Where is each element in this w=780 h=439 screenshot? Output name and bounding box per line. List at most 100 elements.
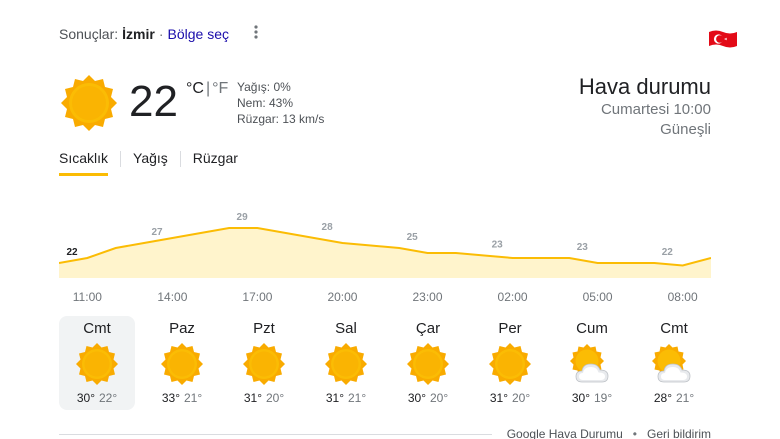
day-card[interactable]: Sal 31° 21°	[305, 316, 387, 410]
location-name: İzmir	[122, 26, 155, 42]
sun-icon	[243, 343, 285, 385]
tab-precipitation[interactable]: Yağış	[133, 150, 168, 176]
low-temp: 21°	[348, 391, 367, 405]
temperature-label: 22	[66, 247, 78, 258]
day-temperatures: 31° 21°	[305, 390, 387, 406]
day-temperatures: 31° 20°	[469, 390, 551, 406]
high-temp: 33°	[161, 391, 180, 405]
low-temp: 22°	[99, 391, 118, 405]
weather-details: Yağış: 0% Nem: 43% Rüzgar: 13 km/s	[237, 79, 324, 127]
day-name: Paz	[169, 320, 195, 337]
high-temp: 30°	[407, 391, 426, 405]
day-card[interactable]: Cmt 28° 21°	[633, 316, 715, 410]
footer-divider	[59, 434, 492, 435]
temperature-chart: 22 27 29 28 25 23 23 22	[59, 212, 711, 278]
footer-dot: •	[632, 427, 637, 439]
separator-dot: ·	[158, 26, 164, 42]
fahrenheit-unit[interactable]: °F	[212, 80, 228, 98]
day-temperatures: 33° 21°	[141, 390, 223, 406]
sun-icon	[489, 343, 531, 385]
day-card[interactable]: Paz 33° 21°	[141, 316, 223, 410]
high-temp: 31°	[325, 391, 344, 405]
day-name: Çar	[415, 320, 441, 337]
sun-icon	[76, 343, 118, 385]
tab-wind[interactable]: Rüzgar	[193, 150, 238, 176]
day-name: Per	[498, 320, 522, 337]
chart-tabs: Sıcaklık Yağış Rüzgar	[59, 150, 238, 176]
temperature-label: 22	[662, 247, 674, 258]
day-card[interactable]: Per 31° 20°	[469, 316, 551, 410]
unit-toggle: °C | °F	[186, 80, 228, 98]
results-label: Sonuçlar:	[59, 26, 119, 42]
low-temp: 21°	[184, 391, 203, 405]
results-header: Sonuçlar: İzmir · Bölge seç	[59, 24, 229, 44]
low-temp: 20°	[266, 391, 285, 405]
source-link[interactable]: Google Hava Durumu	[507, 427, 623, 439]
temperature-label: 23	[577, 242, 589, 253]
high-temp: 31°	[489, 391, 508, 405]
time-label: 11:00	[72, 290, 102, 304]
day-temperatures: 30° 20°	[387, 390, 469, 406]
day-temperatures: 30° 22°	[59, 390, 135, 406]
choose-region-link[interactable]: Bölge seç	[168, 26, 229, 42]
day-name: Pzt	[253, 320, 275, 337]
day-temperatures: 31° 20°	[223, 390, 305, 406]
day-card[interactable]: Pzt 31° 20°	[223, 316, 305, 410]
low-temp: 20°	[512, 391, 531, 405]
high-temp: 30°	[76, 391, 95, 405]
time-label: 20:00	[327, 290, 358, 304]
tab-divider	[179, 151, 181, 167]
temperature-label: 28	[322, 222, 334, 233]
high-temp: 30°	[571, 391, 590, 405]
feedback-link[interactable]: Geri bildirim	[647, 427, 711, 439]
condition-text: Güneşli	[660, 121, 711, 138]
day-temperatures: 30° 19°	[551, 390, 633, 406]
celsius-unit[interactable]: °C	[186, 80, 204, 98]
high-temp: 28°	[653, 391, 672, 405]
daily-forecast: Cmt 30° 22° Paz 33° 21° Pzt 31° 20° Sal 31° 21° Çar 3…	[59, 316, 715, 410]
unit-separator: |	[205, 80, 211, 97]
wind-text: Rüzgar: 13 km/s	[237, 112, 325, 126]
day-temperatures: 28° 21°	[633, 390, 715, 406]
sun-icon	[325, 343, 367, 385]
temperature-label: 27	[151, 227, 163, 238]
day-name: Sal	[335, 320, 357, 337]
time-label: 14:00	[157, 290, 188, 304]
sun-behind-cloud-icon	[570, 344, 609, 383]
sun-shape	[61, 75, 117, 131]
sun-icon	[61, 75, 117, 131]
time-axis: 11:00 14:00 17:00 20:00 23:00 02:00 05:0…	[59, 290, 711, 306]
footer: Google Hava Durumu • Geri bildirim	[507, 427, 711, 439]
datetime-text: Cumartesi 10:00	[600, 101, 711, 118]
temperature-label: 25	[407, 232, 419, 243]
tab-divider	[120, 151, 122, 167]
sun-icon	[161, 343, 203, 385]
sun-icon	[407, 343, 449, 385]
day-name: Cmt	[83, 320, 111, 337]
day-card[interactable]: Cmt 30° 22°	[59, 316, 135, 410]
more-vert-icon[interactable]	[250, 22, 262, 42]
day-card[interactable]: Çar 30° 20°	[387, 316, 469, 410]
current-temperature: 22	[129, 77, 178, 126]
summary-block: Hava durumu Cumartesi 10:00 Güneşli	[579, 74, 711, 140]
temperature-label: 23	[492, 240, 504, 251]
time-label: 23:00	[412, 290, 443, 304]
time-label: 17:00	[242, 290, 273, 304]
turkey-flag-icon	[709, 30, 737, 48]
day-name: Cum	[576, 320, 608, 337]
day-card[interactable]: Cum 30° 19°	[551, 316, 633, 410]
time-label: 02:00	[497, 290, 528, 304]
low-temp: 19°	[594, 391, 613, 405]
temperature-label: 29	[237, 212, 249, 223]
time-label: 05:00	[582, 290, 613, 304]
tab-temperature[interactable]: Sıcaklık	[59, 150, 109, 176]
time-label: 08:00	[667, 290, 698, 304]
low-temp: 21°	[676, 391, 695, 405]
weather-title: Hava durumu	[578, 74, 711, 99]
precipitation-text: Yağış: 0%	[237, 80, 291, 94]
sun-behind-cloud-icon	[652, 344, 691, 383]
high-temp: 31°	[243, 391, 262, 405]
low-temp: 20°	[430, 391, 449, 405]
day-name: Cmt	[660, 320, 688, 337]
humidity-text: Nem: 43%	[237, 96, 294, 110]
